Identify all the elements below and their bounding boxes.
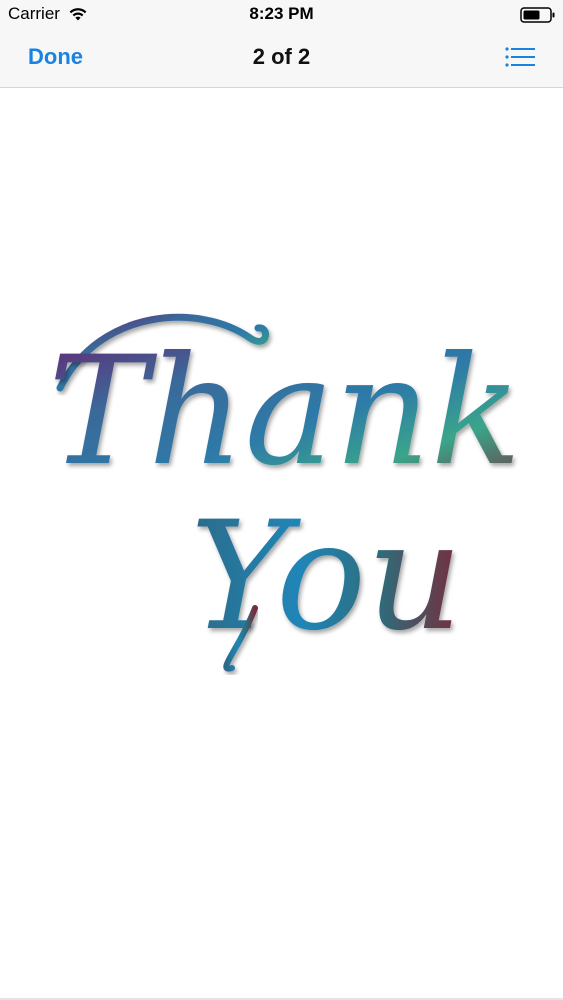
status-bar: Carrier 8:23 PM xyxy=(0,0,563,30)
list-icon[interactable] xyxy=(498,42,542,72)
thank-you-artwork: Thank You xyxy=(48,313,522,672)
you-text: You xyxy=(190,490,463,664)
battery-icon xyxy=(520,7,555,23)
thank-text: Thank xyxy=(48,325,522,499)
done-button[interactable]: Done xyxy=(28,44,83,70)
status-time: 8:23 PM xyxy=(249,4,314,23)
document-content: Thank You xyxy=(0,88,563,998)
navigation-bar: Done 2 of 2 xyxy=(0,30,563,88)
page-counter-title: 2 of 2 xyxy=(252,44,311,69)
